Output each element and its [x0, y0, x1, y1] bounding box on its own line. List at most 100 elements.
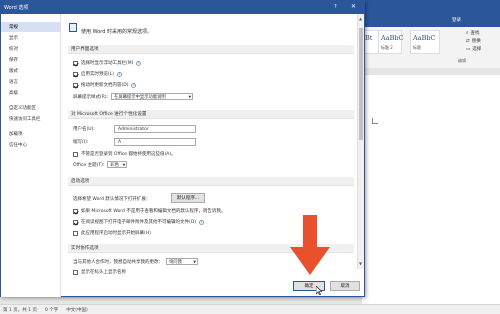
nav-item-save[interactable]: 保存: [1, 55, 60, 65]
scroll-thumb[interactable]: [359, 28, 363, 140]
default-programs-button[interactable]: 默认程序...: [171, 193, 205, 203]
nav-item-proofing[interactable]: 校对: [1, 44, 60, 54]
drag-update-checkbox[interactable]: [73, 82, 78, 88]
live-preview-label: 启用实时预览(L): [81, 72, 115, 77]
screentip-row: 屏幕提示样式(R): 在屏幕提示中显示功能说明 ▼: [73, 93, 194, 100]
nav-item-addins[interactable]: 加载项: [1, 129, 60, 139]
initials-field[interactable]: A: [114, 138, 196, 146]
always-use-label: 不管是否登录到 Office 都始终使用这些值(A)。: [81, 152, 176, 157]
reading-view-option[interactable]: 在阅读视图下打开电子邮件附件及其他不可编辑的文件(O) i: [73, 219, 205, 225]
status-bar: 第 1 页，共 1 页 0 个字 中文(中国): [0, 304, 500, 314]
theme-row: Office 主题(T): 彩色 ▼: [73, 161, 128, 168]
start-screen-option[interactable]: 此应用程序启动时显示开始屏幕(H): [73, 230, 151, 236]
default-program-option[interactable]: 如果 Microsoft Word 不是用于查看和编辑文档的默认程序，则告诉我。: [73, 208, 225, 214]
ui-options-section: 用户界面选项: [68, 45, 354, 54]
nav-item-general[interactable]: 常规: [1, 22, 60, 32]
replace-icon: ⇄: [466, 38, 470, 44]
dialog-titlebar: Word 选项 ? ✕: [1, 1, 364, 14]
nav-item-quick-access[interactable]: 快速访问工具栏: [1, 114, 60, 124]
nav-item-trust-center[interactable]: 信任中心: [1, 140, 60, 150]
drag-update-option[interactable]: 拖动时更新文档内容(D) i: [73, 82, 137, 88]
chevron-down-icon: ▼: [122, 163, 126, 167]
default-program-checkbox[interactable]: [73, 208, 78, 214]
live-preview-option[interactable]: 启用实时预览(L) i: [73, 71, 123, 77]
username-field[interactable]: Administrator: [114, 125, 196, 133]
editing-group-label: 编辑: [458, 58, 466, 63]
style-sample: AaBbC: [413, 34, 436, 42]
live-preview-checkbox[interactable]: [73, 71, 78, 77]
find-button[interactable]: ⌕ 查找: [466, 30, 480, 36]
mouse-cursor-icon: [316, 286, 322, 295]
info-icon: i: [117, 71, 123, 77]
show-names-label: 显示在标头上显示名称: [81, 270, 126, 275]
drag-update-label: 拖动时更新文档内容(D): [81, 83, 129, 88]
info-icon: i: [199, 219, 205, 225]
find-label: 查找: [470, 31, 480, 36]
chevron-down-icon: ▼: [188, 95, 192, 99]
share-row: 当与其他人合作时，我想自动共享我的更改： 询问我 ▼: [73, 258, 198, 265]
options-header-icon: [69, 23, 77, 32]
theme-value: 彩色: [110, 162, 119, 168]
search-icon: ⌕: [466, 31, 469, 36]
initials-label: 缩写(I):: [73, 140, 89, 145]
mini-toolbar-option[interactable]: 选择时显示浮动工具栏(M) i: [73, 60, 142, 66]
nav-item-display[interactable]: 显示: [1, 33, 60, 43]
select-label: 选择: [472, 47, 482, 52]
start-screen-label: 此应用程序启动时显示开始屏幕(H): [81, 231, 151, 236]
crop-mark: [372, 118, 378, 124]
screentip-label: 屏幕提示样式(R):: [73, 94, 109, 100]
nav-item-language[interactable]: 语言: [1, 77, 60, 87]
mini-toolbar-label: 选择时显示浮动工具栏(M): [81, 61, 134, 66]
always-use-option[interactable]: 不管是否登录到 Office 都始终使用这些值(A)。: [73, 151, 176, 157]
dialog-title: Word 选项: [4, 5, 29, 11]
language-status[interactable]: 中文(中国): [66, 307, 88, 313]
select-icon: ▭: [466, 46, 471, 52]
theme-label: Office 主题(T):: [73, 162, 105, 168]
style-sample: AaBbC: [381, 34, 404, 42]
default-program-label: 如果 Microsoft Word 不是用于查看和编辑文档的默认程序，则告诉我。: [81, 209, 226, 214]
sign-in-link[interactable]: 登录: [452, 17, 461, 23]
startup-section: 启动选项: [68, 177, 354, 186]
watermark-url: jingyan.baidu.com: [426, 287, 473, 293]
style-gallery-item[interactable]: AaBbC 标题 2: [378, 30, 404, 54]
style-sample: Bt: [365, 34, 373, 42]
watermark-brand: Bai 经验: [426, 272, 480, 287]
scroll-down-icon[interactable]: ▼: [359, 261, 362, 266]
close-button[interactable]: ✕: [351, 3, 356, 10]
theme-select[interactable]: 彩色 ▼: [107, 161, 128, 168]
chevron-down-icon: ▼: [193, 260, 196, 264]
show-names-option[interactable]: 显示在标头上显示名称: [73, 269, 126, 275]
select-button[interactable]: ▭ 选择: [466, 46, 482, 53]
options-nav: 常规 显示 校对 保存 版式 语言 高级 自定义功能区 快速访问工具栏 加载项 …: [1, 14, 61, 297]
replace-button[interactable]: ⇄ 替换: [466, 38, 481, 45]
style-name: 标题 2: [381, 45, 393, 50]
nav-item-customize-ribbon[interactable]: 自定义功能区: [1, 103, 60, 113]
share-value: 询问我: [169, 259, 182, 265]
reading-view-label: 在阅读视图下打开电子邮件附件及其他不可编辑的文件(O): [81, 220, 197, 225]
style-gallery-item[interactable]: AaBbC 标题: [410, 30, 440, 54]
username-label: 用户名(U):: [73, 127, 95, 132]
nav-item-typography[interactable]: 版式: [1, 66, 60, 76]
scrollbar[interactable]: ▲ ▼: [357, 14, 364, 269]
info-icon: i: [136, 60, 142, 66]
options-header: 使用 Word 时采用的常规选项。: [81, 29, 153, 35]
nav-item-advanced[interactable]: 高级: [1, 88, 60, 98]
baidu-logo-icon: [404, 267, 422, 285]
extensions-label: 选择希望 Word 默认情况下打开扩展：: [73, 197, 151, 202]
help-button[interactable]: ?: [334, 4, 337, 10]
start-screen-checkbox[interactable]: [73, 230, 78, 236]
share-select[interactable]: 询问我 ▼: [166, 258, 198, 265]
username-row: 用户名(U): Administrator: [73, 125, 196, 133]
reading-view-checkbox[interactable]: [73, 219, 78, 225]
cancel-button[interactable]: 取消: [330, 281, 360, 291]
style-name: 标题: [413, 45, 421, 50]
screentip-select[interactable]: 在屏幕提示中显示功能说明 ▼: [111, 93, 194, 100]
initials-row: 缩写(I): A: [73, 138, 196, 146]
show-names-checkbox[interactable]: [73, 269, 78, 275]
always-use-checkbox[interactable]: [73, 151, 78, 157]
word-count: 0 个字: [44, 307, 59, 313]
screentip-value: 在屏幕提示中显示功能说明: [114, 94, 166, 100]
scroll-up-icon[interactable]: ▲: [359, 16, 362, 21]
info-icon: i: [131, 82, 137, 88]
mini-toolbar-checkbox[interactable]: [73, 60, 78, 66]
